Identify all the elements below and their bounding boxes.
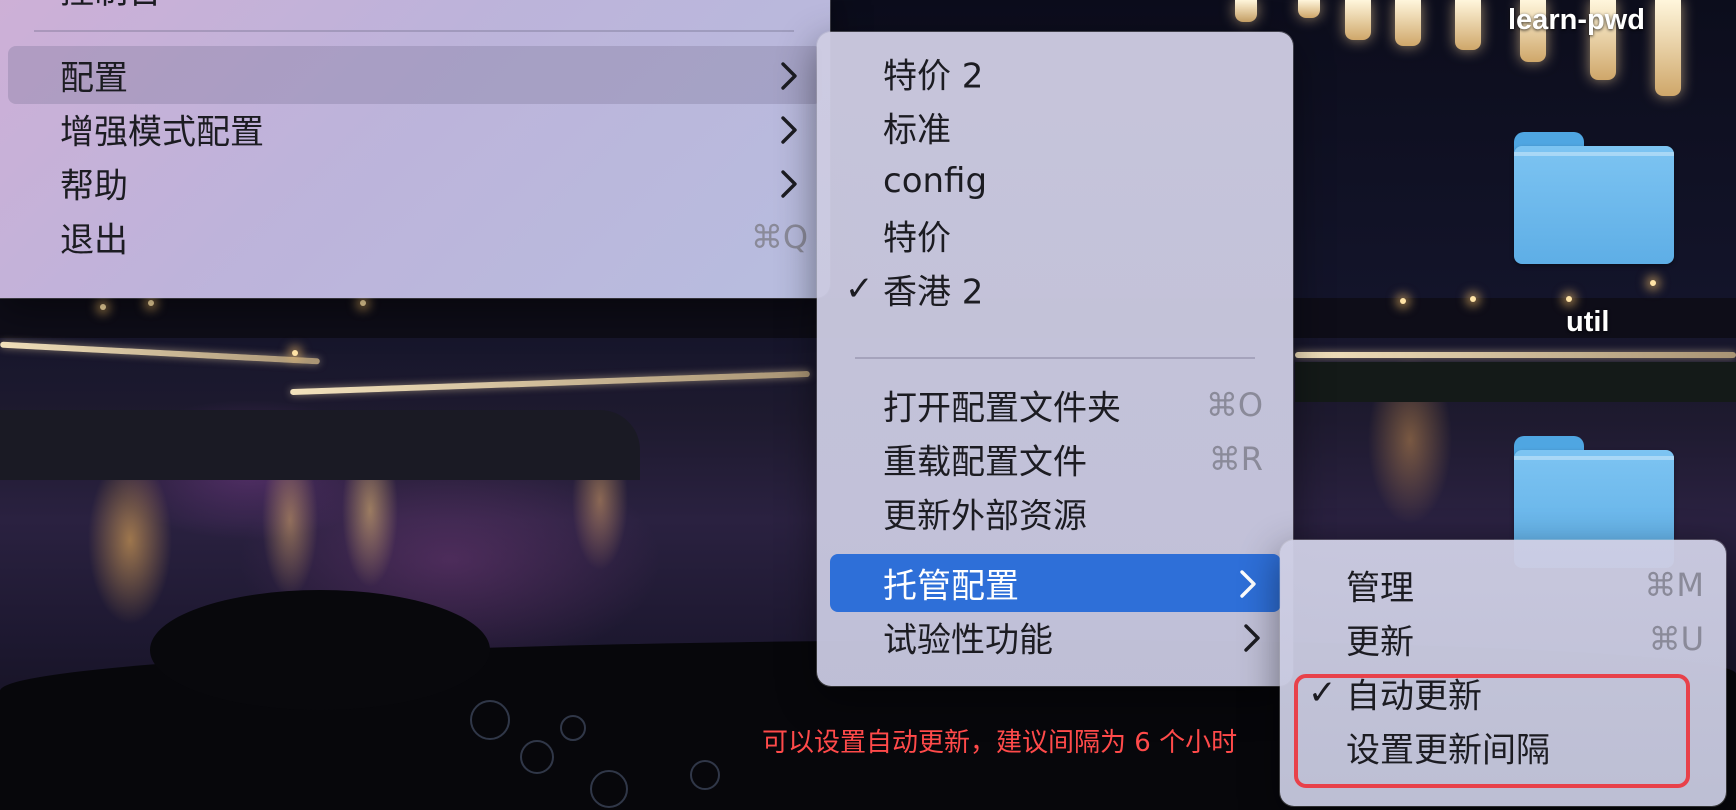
folder-icon[interactable] [1514,132,1674,264]
menu-item-partial[interactable]: 控制台 [60,0,162,13]
menu-item-label: 特价 [883,218,951,259]
menu-separator [34,30,794,32]
menu-item-label: 试验性功能 [883,620,1053,661]
menu-item-label: 配置 [60,58,128,99]
menu-item-label: 退出 [60,220,128,261]
chevron-right-icon [778,114,800,144]
menu-item-label: config [883,161,988,201]
menu-item-config[interactable]: 配置 [8,46,822,104]
menu-item-label: 特价 2 [883,56,984,97]
annotation-highlight-box [1294,674,1690,788]
chevron-right-icon [778,60,800,90]
menu-item-profile[interactable]: 标准 [825,98,1285,156]
menu-item-profile[interactable]: 特价 [825,206,1285,264]
menu-item-quit[interactable]: 退出 ⌘Q [8,208,822,266]
menu-item-managed-config[interactable]: 托管配置 [830,554,1281,612]
menu-item-experimental[interactable]: 试验性功能 [825,608,1285,666]
menu-shortcut: ⌘M [1644,566,1704,604]
menu-item-update[interactable]: 更新 ⌘U [1288,610,1718,668]
config-submenu: 特价 2 标准 config 特价 ✓ 香港 2 打开配置文件夹 ⌘O 重载配置… [817,32,1293,686]
chevron-right-icon [778,168,800,198]
menu-item-manage[interactable]: 管理 ⌘M [1288,556,1718,614]
menu-item-label: 标准 [883,110,951,151]
menu-separator [855,357,1255,359]
menu-item-label: 更新 [1346,622,1414,663]
chevron-right-icon [1241,622,1263,652]
menu-shortcut: ⌘U [1648,620,1704,658]
menu-item-reload-config[interactable]: 重载配置文件 ⌘R [825,430,1285,488]
menu-item-profile-selected[interactable]: ✓ 香港 2 [825,260,1285,318]
menu-item-label: 托管配置 [883,566,1019,607]
chevron-right-icon [1237,568,1259,598]
menu-shortcut: ⌘O [1205,386,1263,424]
annotation-text: 可以设置自动更新，建议间隔为 6 个小时 [762,728,1238,758]
menu-shortcut: ⌘R [1208,440,1263,478]
menu-item-label: 帮助 [60,166,128,207]
menu-item-label: 管理 [1346,568,1414,609]
menu-item-enhanced-mode[interactable]: 增强模式配置 [8,100,822,158]
menu-item-label: 重载配置文件 [883,442,1087,483]
menu-shortcut: ⌘Q [750,218,808,256]
desktop-item-label[interactable]: learn-pwd [1508,4,1645,37]
menu-item-update-external-resources[interactable]: 更新外部资源 [825,484,1285,542]
menu-item-open-config-folder[interactable]: 打开配置文件夹 ⌘O [825,376,1285,434]
menu-item-profile[interactable]: 特价 2 [825,44,1285,102]
menu-item-label: 香港 2 [883,272,984,313]
menu-item-profile[interactable]: config [825,152,1285,210]
menu-item-label: 更新外部资源 [883,496,1087,537]
menu-item-label: 打开配置文件夹 [883,388,1121,429]
menu-item-help[interactable]: 帮助 [8,154,822,212]
desktop-item-label[interactable]: util [1566,306,1610,339]
menu-item-label: 增强模式配置 [60,112,264,153]
main-menu: 控制台 配置 增强模式配置 帮助 退出 ⌘Q [0,0,830,298]
checkmark-icon: ✓ [845,269,874,309]
